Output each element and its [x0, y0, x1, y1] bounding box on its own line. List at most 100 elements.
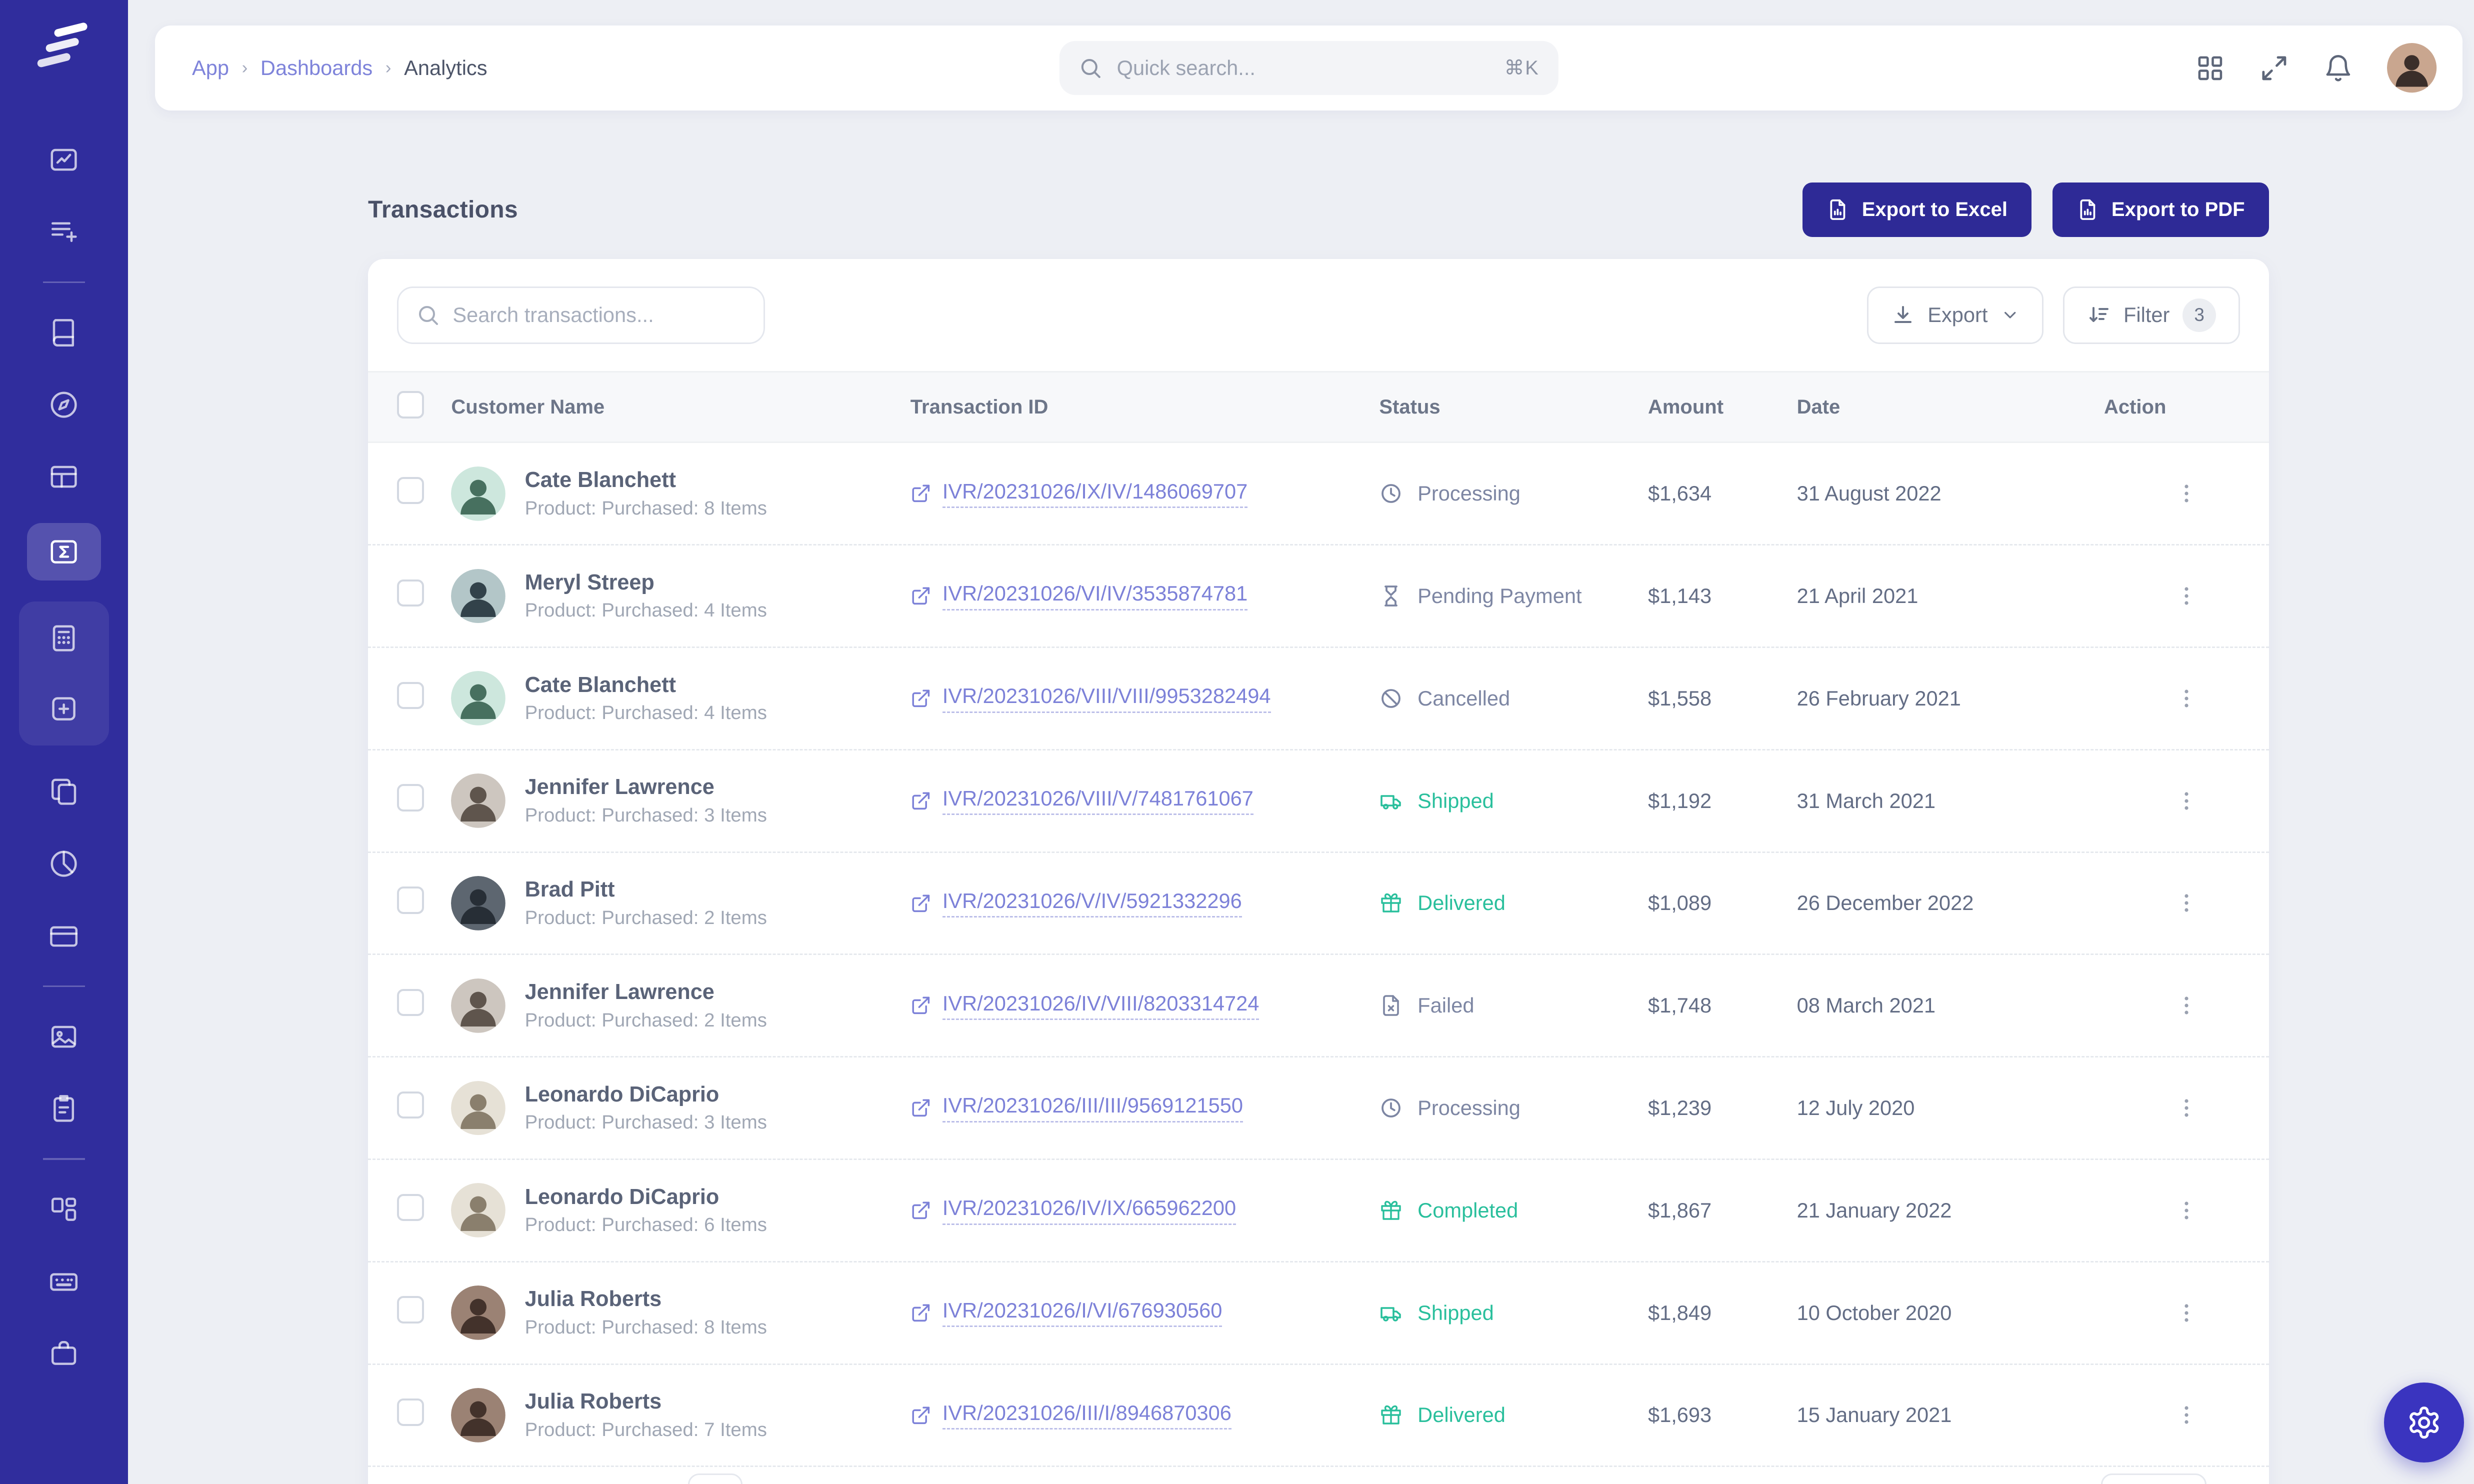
date-value: 21 January 2022 [1797, 1198, 2104, 1222]
sidebar-divider [43, 986, 84, 987]
search-icon [416, 303, 440, 327]
row-checkbox[interactable] [397, 477, 424, 504]
table-row: Julia Roberts Product: Purchased: 8 Item… [368, 1262, 2269, 1365]
sidebar-item-calculator-icon[interactable] [27, 612, 100, 664]
table-row: Meryl Streep Product: Purchased: 4 Items… [368, 546, 2269, 648]
grid-icon[interactable] [2195, 53, 2226, 84]
export-dropdown-button[interactable]: Export [1867, 286, 2044, 344]
row-checkbox[interactable] [397, 580, 424, 606]
sidebar-item-file-copy-icon[interactable] [27, 766, 100, 818]
bell-icon[interactable] [2323, 53, 2354, 84]
external-link-icon [910, 586, 932, 606]
sidebar-item-plus-box-icon[interactable] [27, 683, 100, 734]
row-checkbox[interactable] [397, 989, 424, 1016]
pagination-page-button[interactable] [688, 1474, 742, 1484]
row-checkbox[interactable] [397, 682, 424, 709]
maximize-icon[interactable] [2259, 53, 2290, 84]
select-all-checkbox[interactable] [397, 391, 424, 418]
breadcrumb-item-analytics: Analytics [404, 56, 487, 80]
customer-avatar [451, 466, 506, 521]
pagination-next-button[interactable] [2101, 1474, 2206, 1484]
breadcrumb-separator: › [386, 58, 392, 78]
sidebar-item-compass-icon[interactable] [27, 379, 100, 430]
row-actions-button[interactable] [2169, 1090, 2204, 1126]
row-checkbox[interactable] [397, 1194, 424, 1221]
date-value: 12 July 2020 [1797, 1096, 2104, 1120]
sidebar-item-keyboard-icon[interactable] [27, 1256, 100, 1307]
amount-value: $1,143 [1648, 584, 1797, 608]
transaction-id-link[interactable]: IVR/20231026/IV/VIII/8203314724 [910, 992, 1380, 1020]
row-actions-button[interactable] [2169, 988, 2204, 1023]
amount-value: $1,693 [1648, 1403, 1797, 1427]
row-checkbox[interactable] [397, 784, 424, 811]
breadcrumb-separator: › [242, 58, 248, 78]
status-badge: Shipped [1379, 1301, 1648, 1325]
amount-value: $1,192 [1648, 789, 1797, 813]
sidebar-divider [43, 282, 84, 283]
customer-product-info: Product: Purchased: 4 Items [525, 600, 767, 622]
filter-count-badge: 3 [2182, 298, 2216, 332]
download-icon [1891, 303, 1915, 327]
table-row: Leonardo DiCaprio Product: Purchased: 6 … [368, 1160, 2269, 1262]
header-actions [2195, 43, 2436, 92]
sidebar-item-clipboard-icon[interactable] [27, 1083, 100, 1134]
sidebar-item-sigma-icon[interactable] [27, 523, 100, 580]
row-actions-button[interactable] [2169, 886, 2204, 920]
row-checkbox[interactable] [397, 1092, 424, 1118]
customer-name: Jennifer Lawrence [525, 980, 767, 1004]
customer-avatar [451, 774, 506, 828]
sidebar-item-book-icon[interactable] [27, 307, 100, 358]
export-to-excel-button[interactable]: Export to Excel [1802, 182, 2032, 237]
row-actions-button[interactable] [2169, 783, 2204, 818]
sidebar-item-image-icon[interactable] [27, 1011, 100, 1062]
sidebar-item-invoice-plus-icon[interactable] [27, 206, 100, 258]
amount-value: $1,867 [1648, 1198, 1797, 1222]
row-actions-button[interactable] [2169, 1398, 2204, 1432]
transaction-id-link[interactable]: IVR/20231026/IV/IX/665962200 [910, 1196, 1380, 1224]
breadcrumb-item-dashboards[interactable]: Dashboards [260, 56, 372, 80]
file-chart-icon [2076, 198, 2099, 221]
customer-name: Julia Roberts [525, 1390, 767, 1414]
transaction-id-link[interactable]: IVR/20231026/III/I/8946870306 [910, 1401, 1380, 1430]
transaction-id-link[interactable]: IVR/20231026/I/VI/676930560 [910, 1298, 1380, 1327]
row-actions-button[interactable] [2169, 681, 2204, 716]
dots-vertical-icon [2174, 1198, 2198, 1222]
transaction-id-link[interactable]: IVR/20231026/VI/IV/3535874781 [910, 582, 1380, 610]
breadcrumb-item-app[interactable]: App [192, 56, 229, 80]
row-actions-button[interactable] [2169, 476, 2204, 511]
transaction-id-link[interactable]: IVR/20231026/VIII/VIII/9953282494 [910, 684, 1380, 712]
status-badge: Cancelled [1379, 686, 1648, 710]
sidebar-item-table-icon[interactable] [27, 451, 100, 502]
row-checkbox[interactable] [397, 1398, 424, 1426]
row-actions-button[interactable] [2169, 1295, 2204, 1330]
title-row: Transactions Export to Excel Export to P… [368, 181, 2269, 238]
status-badge: Delivered [1379, 1403, 1648, 1427]
app-logo[interactable] [34, 22, 94, 74]
user-avatar[interactable] [2387, 43, 2436, 92]
transaction-id-link[interactable]: IVR/20231026/V/IV/5921332296 [910, 889, 1380, 918]
row-checkbox[interactable] [397, 886, 424, 914]
date-value: 15 January 2021 [1797, 1403, 2104, 1427]
truck-icon [1379, 789, 1403, 813]
sidebar-item-credit-card-icon[interactable] [27, 910, 100, 962]
table-toolbar: Export Filter 3 [368, 259, 2269, 371]
row-actions-button[interactable] [2169, 1193, 2204, 1228]
row-checkbox[interactable] [397, 1296, 424, 1323]
sidebar-item-briefcase-icon[interactable] [27, 1328, 100, 1379]
transactions-search-input[interactable] [452, 303, 746, 327]
column-header-date: Date [1797, 396, 2104, 418]
export-to-pdf-button[interactable]: Export to PDF [2052, 182, 2269, 237]
filter-button[interactable]: Filter 3 [2063, 286, 2240, 344]
row-actions-button[interactable] [2169, 578, 2204, 614]
sidebar-item-chart-box-icon[interactable] [27, 134, 100, 186]
quick-search[interactable]: Quick search... ⌘K [1059, 41, 1558, 96]
transaction-id-link[interactable]: IVR/20231026/III/III/9569121550 [910, 1094, 1380, 1122]
transactions-search-field[interactable] [397, 286, 765, 344]
breadcrumb: App › Dashboards › Analytics [192, 56, 488, 80]
sidebar-item-layout-grid-icon[interactable] [27, 1184, 100, 1235]
sidebar-item-pie-chart-icon[interactable] [27, 838, 100, 890]
column-header-customer-name: Customer Name [451, 396, 910, 418]
transaction-id-link[interactable]: IVR/20231026/IX/IV/1486069707 [910, 480, 1380, 508]
transaction-id-link[interactable]: IVR/20231026/VIII/V/7481761067 [910, 786, 1380, 815]
settings-fab[interactable] [2384, 1382, 2464, 1462]
